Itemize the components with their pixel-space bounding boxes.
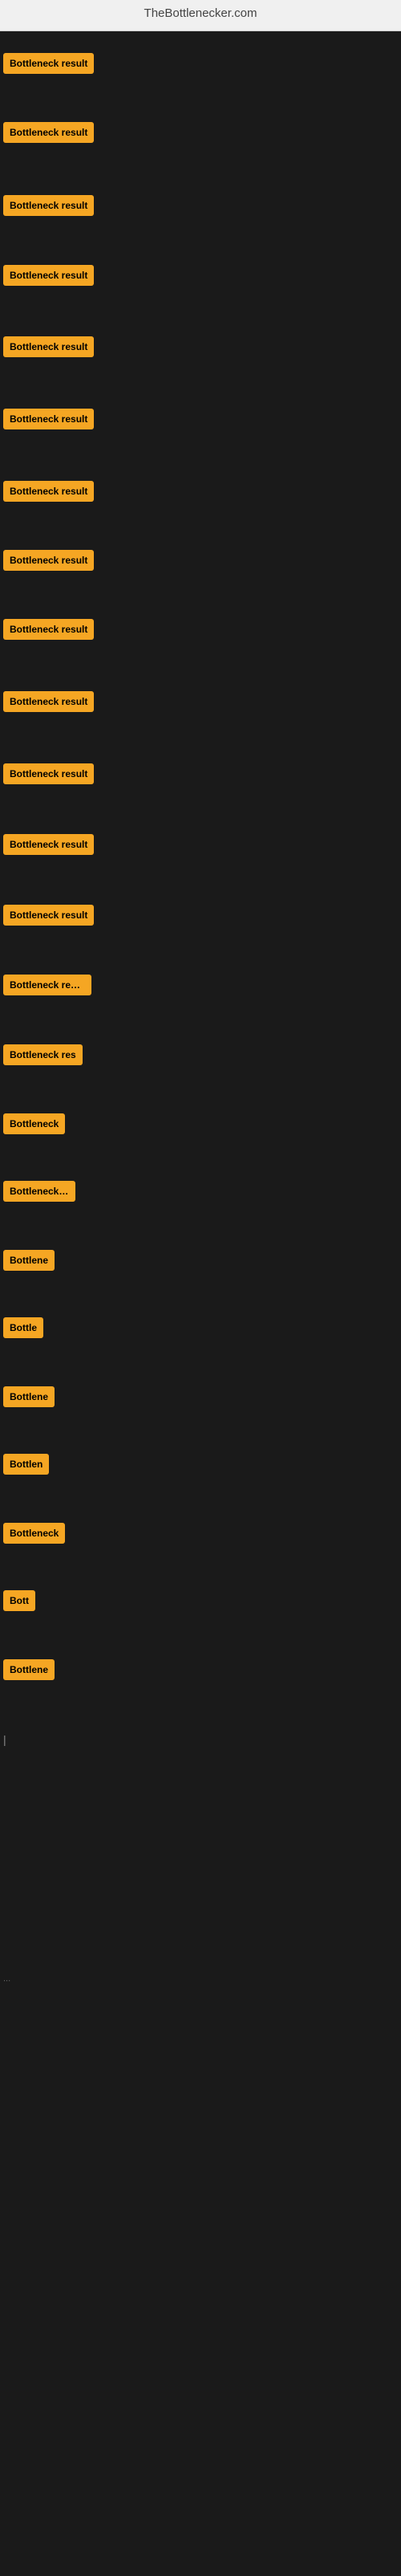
bottleneck-badge[interactable]: Bottleneck (3, 1523, 65, 1544)
bottleneck-badge[interactable]: Bottlene (3, 1386, 55, 1407)
bottleneck-item: Bottleneck result (3, 481, 94, 506)
bottleneck-badge[interactable]: Bott (3, 1590, 35, 1611)
bottleneck-badge[interactable]: Bottleneck result (3, 265, 94, 286)
bottleneck-item: Bottleneck result (3, 834, 94, 859)
bottleneck-item: Bottlene (3, 1386, 55, 1411)
bottleneck-badge[interactable]: Bottleneck res (3, 1044, 83, 1065)
bottleneck-item: Bottleneck (3, 1523, 65, 1548)
bottleneck-item: Bottlene (3, 1659, 55, 1684)
site-title: TheBottlenecker.com (144, 6, 257, 20)
site-header: TheBottlenecker.com (0, 0, 401, 31)
bottleneck-badge[interactable]: Bottle (3, 1317, 43, 1338)
bottleneck-badge[interactable]: Bottlene (3, 1659, 55, 1680)
bottleneck-item: Bottleneck result (3, 550, 94, 575)
bottleneck-badge[interactable]: Bottleneck result (3, 905, 94, 926)
bottleneck-item: Bottlen (3, 1454, 49, 1479)
bottleneck-item: Bottleneck result (3, 265, 94, 290)
bottleneck-item: Bottleneck result (3, 975, 91, 999)
bottleneck-badge[interactable]: Bottleneck (3, 1113, 65, 1134)
bottleneck-badge[interactable]: Bottleneck result (3, 336, 94, 357)
bottleneck-badge[interactable]: Bottleneck result (3, 195, 94, 216)
bottleneck-badge[interactable]: Bottleneck result (3, 481, 94, 502)
bottleneck-item: Bottle (3, 1317, 43, 1342)
bottleneck-item: Bottleneck result (3, 53, 94, 78)
bottleneck-item: Bottleneck result (3, 122, 94, 147)
bottleneck-badge[interactable]: Bottleneck result (3, 550, 94, 571)
bottleneck-badge[interactable]: Bottlen (3, 1454, 49, 1475)
bottleneck-item: Bottleneck result (3, 409, 94, 433)
scroll-indicator: | (3, 1733, 6, 1746)
page-content: Bottleneck result Bottleneck result Bottle… (0, 31, 401, 2576)
bottleneck-item: Bottleneck re (3, 1181, 75, 1206)
bottleneck-item: Bottleneck result (3, 763, 94, 788)
bottleneck-badge[interactable]: Bottleneck result (3, 619, 94, 640)
bottleneck-item: Bott (3, 1590, 35, 1615)
bottleneck-badge[interactable]: Bottleneck result (3, 691, 94, 712)
bottleneck-badge[interactable]: Bottleneck result (3, 53, 94, 74)
bottleneck-item: Bottleneck result (3, 619, 94, 644)
page-wrapper: TheBottlenecker.com Bottleneck resultBot… (0, 0, 401, 2576)
bottleneck-badge[interactable]: Bottleneck result (3, 122, 94, 143)
bottleneck-badge[interactable]: Bottleneck result (3, 975, 91, 995)
bottleneck-item: Bottleneck result (3, 195, 94, 220)
bottleneck-badge[interactable]: Bottleneck result (3, 834, 94, 855)
bottleneck-item: Bottlene (3, 1250, 55, 1275)
bottleneck-item: Bottleneck result (3, 336, 94, 361)
bottleneck-badge[interactable]: Bottleneck result (3, 763, 94, 784)
bottleneck-badge[interactable]: Bottleneck result (3, 409, 94, 429)
bottleneck-badge[interactable]: Bottleneck re (3, 1181, 75, 1202)
bottleneck-item: Bottleneck (3, 1113, 65, 1138)
bottleneck-item: Bottleneck result (3, 691, 94, 716)
bottleneck-badge[interactable]: Bottlene (3, 1250, 55, 1271)
bottom-text: ... (3, 1974, 10, 1984)
bottleneck-item: Bottleneck result (3, 905, 94, 930)
bottleneck-item: Bottleneck res (3, 1044, 83, 1069)
